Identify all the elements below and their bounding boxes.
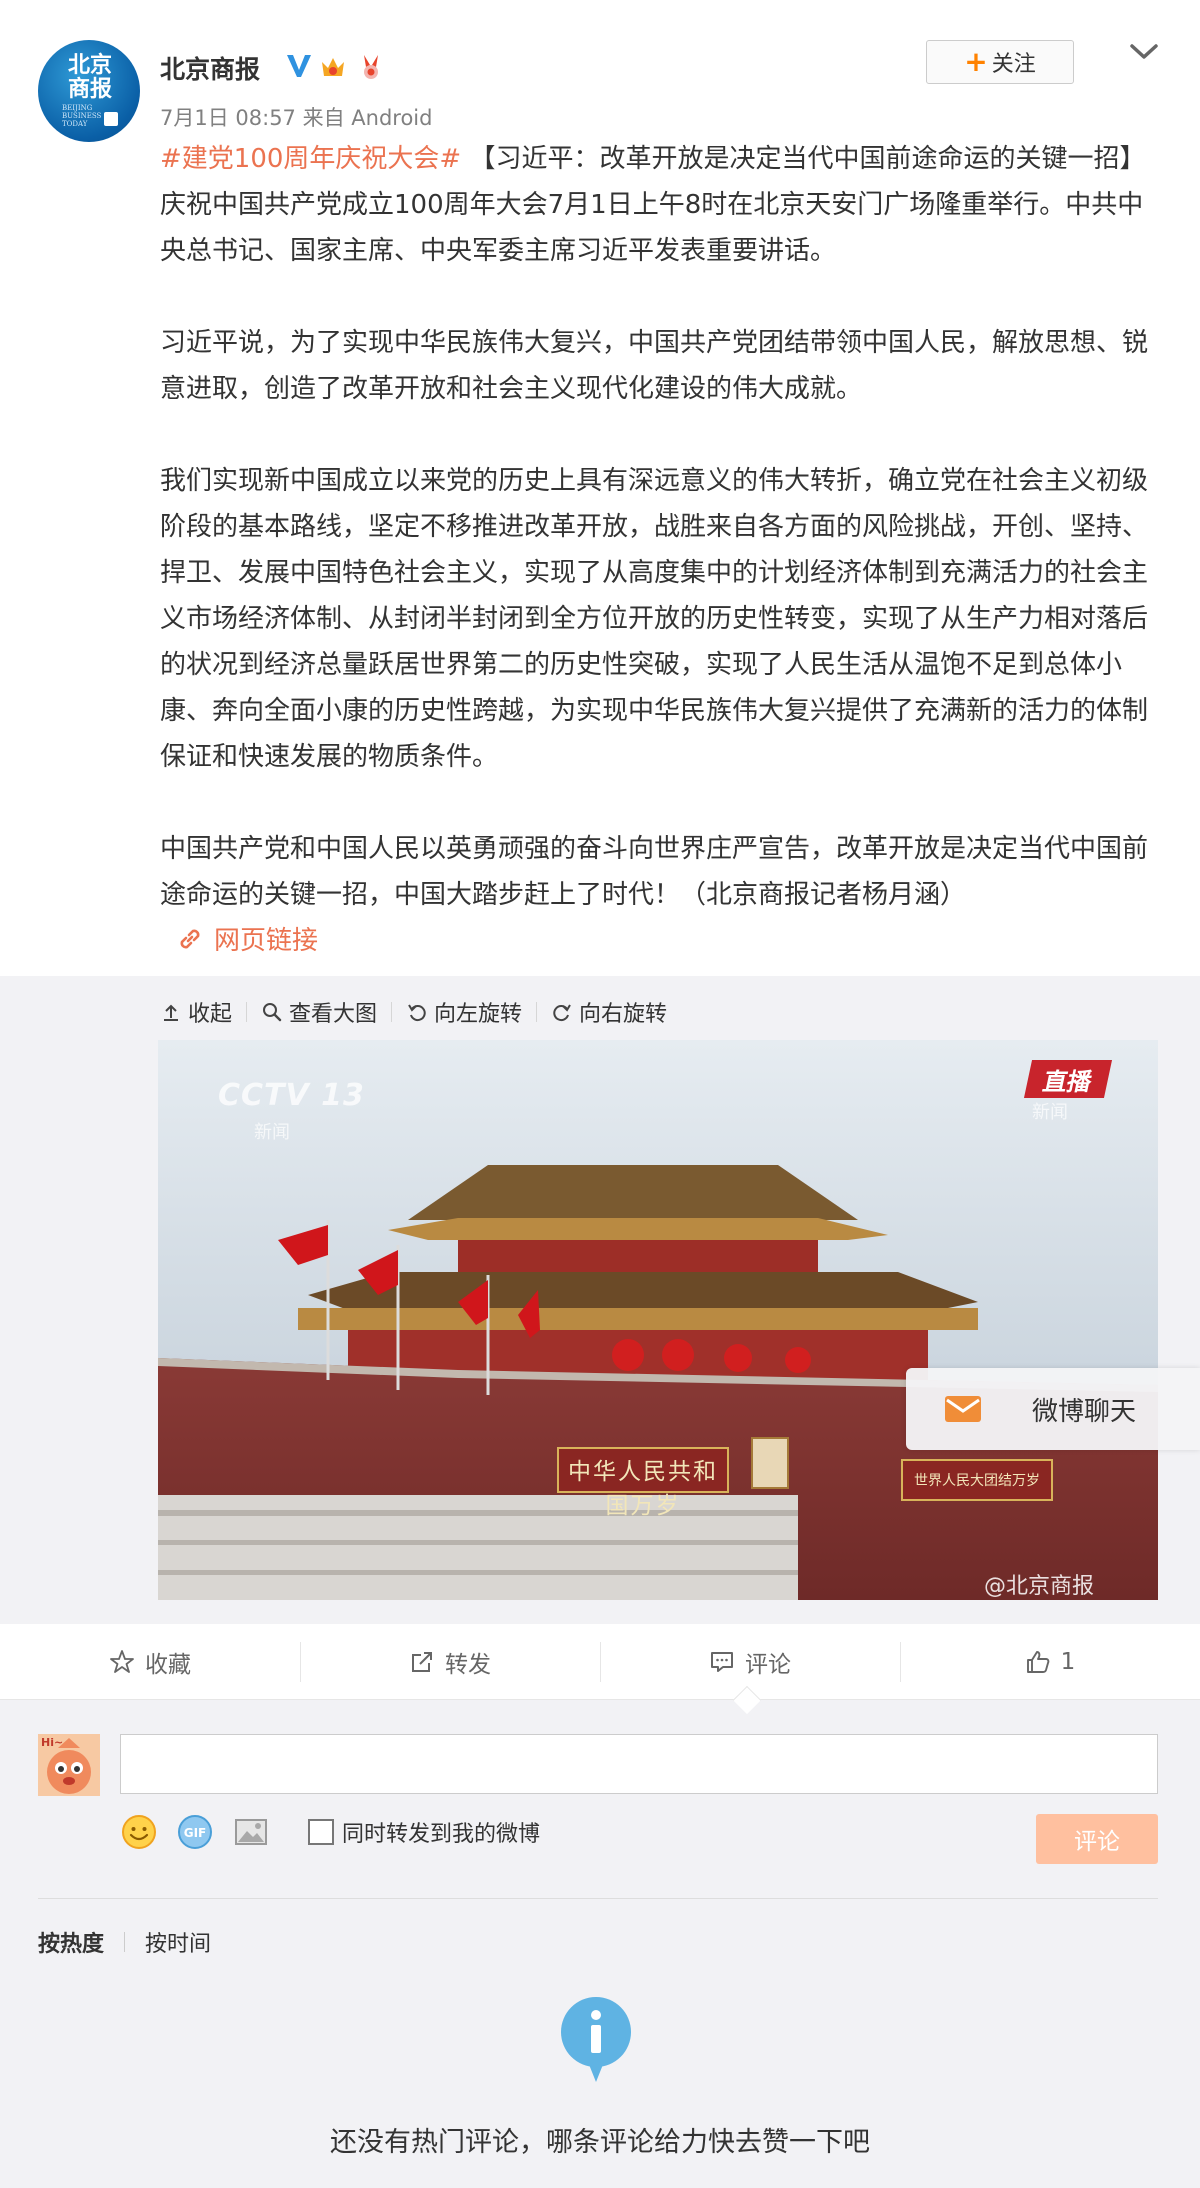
plus-icon: + [964, 45, 988, 78]
view-large-label: 查看大图 [289, 1002, 378, 1027]
collapse-button[interactable]: 收起 [160, 996, 232, 1028]
chevron-down-icon[interactable] [1128, 40, 1160, 64]
post-meta[interactable]: 7月1日 08:57 来自 Android [160, 102, 432, 132]
post-paragraph-3: 我们实现新中国成立以来党的历史上具有深远意义的伟大转折，确立党在社会主义初级阶段… [160, 466, 1149, 772]
rotate-right-icon [553, 1004, 571, 1022]
rotate-left-icon [408, 1004, 426, 1022]
post-paragraph-1: #建党100周年庆祝大会# 【习近平：改革开放是决定当代中国前途命运的关键一招】… [160, 136, 1160, 274]
post-photo[interactable]: CCTV 13 新闻 直播 新闻 中华人民共和国万岁 世界人民大团结万岁 @北京… [158, 1040, 1158, 1600]
svg-text:GIF: GIF [184, 1826, 207, 1840]
banner-left: 中华人民共和国万岁 [568, 1459, 718, 1519]
rotate-left-label: 向左旋转 [434, 1002, 523, 1027]
favorite-button[interactable]: 收藏 [0, 1624, 300, 1699]
comment-button[interactable]: 评论 [600, 1624, 900, 1699]
follow-label: 关注 [991, 52, 1036, 77]
thumbs-up-icon [1026, 1650, 1050, 1673]
author-avatar[interactable]: 北京商报 BEIJING BUSINESS TODAY [38, 40, 140, 142]
collapse-icon [164, 1004, 178, 1021]
info-icon [561, 1997, 631, 2082]
repost-button[interactable]: 转发 [300, 1624, 600, 1699]
comment-icon [711, 1651, 733, 1672]
avatar-logo-text: 北京商报 [67, 53, 112, 102]
like-button[interactable]: 1 [900, 1624, 1200, 1699]
weibo-chat-label: 微博聊天 [1032, 1396, 1137, 1427]
avatar-stamp [104, 112, 118, 126]
web-link[interactable]: 网页链接 [176, 920, 318, 957]
image-icon[interactable] [232, 1813, 270, 1851]
comment-tools: GIF 同时转发到我的微博 [120, 1810, 540, 1854]
verified-icon [287, 55, 311, 77]
rotate-left-button[interactable]: 向左旋转 [406, 996, 522, 1028]
view-large-button[interactable]: 查看大图 [261, 996, 377, 1028]
avatar-greeting: Hi~ [41, 1736, 64, 1749]
gif-icon[interactable]: GIF [176, 1813, 214, 1851]
live-tag: 直播 [1023, 1060, 1113, 1098]
sort-by-hot[interactable]: 按热度 [38, 1926, 104, 1958]
comment-sort: 按热度 按时间 [38, 1926, 211, 1958]
repost-icon [412, 1651, 432, 1672]
section-divider [38, 1898, 1158, 1899]
repost-label: 转发 [445, 1651, 491, 1678]
media-toolbar: 收起 查看大图 向左旋转 向右旋转 [160, 992, 667, 1032]
media-panel: 收起 查看大图 向左旋转 向右旋转 CCTV 13 新闻 直播 新闻 中华人民共… [0, 976, 1200, 1624]
banner-right: 世界人民大团结万岁 [914, 1473, 1040, 1489]
sort-by-time[interactable]: 按时间 [145, 1926, 211, 1958]
weibo-chat-button[interactable]: 微博聊天 [906, 1368, 1200, 1450]
link-icon [180, 929, 200, 948]
star-icon [110, 1649, 134, 1673]
comment-section: Hi~ GIF 同时转发到我的微博 评论 按热度 按时间 还没有热门评论，哪条评… [0, 1700, 1200, 2188]
mail-icon [945, 1396, 981, 1422]
submit-comment-button[interactable]: 评论 [1036, 1814, 1158, 1864]
search-icon [263, 1003, 282, 1022]
post-paragraph-2: 习近平说，为了实现中华民族伟大复兴，中国共产党团结带领中国人民，解放思想、锐意进… [160, 328, 1149, 404]
comment-input[interactable] [120, 1734, 1158, 1794]
channel-logo: CCTV 13 [218, 1078, 365, 1113]
channel-sub: 新闻 [254, 1122, 290, 1143]
comment-label: 评论 [745, 1651, 791, 1678]
author-name[interactable]: 北京商报 [160, 50, 260, 86]
topic-link[interactable]: #建党100周年庆祝大会# [160, 144, 461, 174]
rotate-right-label: 向右旋转 [579, 1002, 668, 1027]
emoji-icon[interactable] [120, 1813, 158, 1851]
medal-badge-icon [364, 55, 378, 79]
collapse-label: 收起 [188, 1002, 233, 1027]
empty-comments-message: 还没有热门评论，哪条评论给力快去赞一下吧 [330, 2127, 870, 2158]
post-paragraph-4: 中国共产党和中国人民以英勇顽强的奋斗向世界庄严宣告，改革开放是决定当代中国前途命… [160, 834, 1149, 910]
rotate-right-button[interactable]: 向右旋转 [551, 996, 667, 1028]
favorite-label: 收藏 [145, 1651, 191, 1678]
like-count: 1 [1060, 1648, 1076, 1675]
live-sub: 新闻 [1032, 1102, 1068, 1123]
post-content: #建党100周年庆祝大会# 【习近平：改革开放是决定当代中国前途命运的关键一招】… [160, 136, 1160, 918]
web-link-label: 网页链接 [214, 926, 319, 956]
action-bar: 收藏 转发 评论 1 [0, 1624, 1200, 1700]
repost-checkbox-label: 同时转发到我的微博 [342, 1822, 541, 1847]
follow-button[interactable]: + 关注 [926, 40, 1074, 84]
crown-badge-icon [322, 58, 344, 76]
weibo-watermark: @北京商报 [984, 1574, 1095, 1599]
repost-checkbox[interactable] [308, 1819, 334, 1845]
current-user-avatar[interactable]: Hi~ [38, 1734, 100, 1796]
